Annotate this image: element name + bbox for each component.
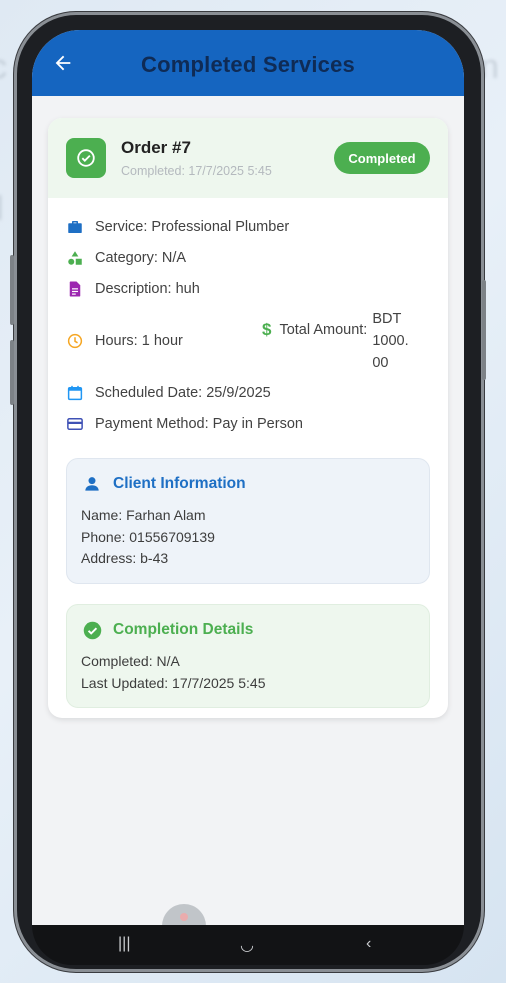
total-amount-line: BDT <box>372 311 402 327</box>
status-badge: Completed <box>334 142 430 174</box>
payment-row: Payment Method: Pay in Person <box>66 415 303 433</box>
briefcase-icon <box>66 218 84 236</box>
category-row: Category: N/A <box>66 249 186 267</box>
hours-text: Hours: 1 hour <box>95 333 183 349</box>
hours-row: Hours: 1 hour <box>66 332 183 350</box>
client-information-section: Client Information Name: Farhan Alam Pho… <box>66 458 430 584</box>
clock-icon <box>66 332 84 350</box>
completion-details-section: Completion Details Completed: N/A Last U… <box>66 604 430 708</box>
app-screen: Completed Services Order #7 Completed: 1… <box>32 30 464 925</box>
document-icon <box>66 280 84 298</box>
scheduled-row: Scheduled Date: 25/9/2025 <box>66 384 271 402</box>
total-amount-label: Total Amount: <box>279 322 368 338</box>
description-row: Description: huh <box>66 280 200 298</box>
completion-heading: Completion Details <box>113 621 254 638</box>
back-button[interactable] <box>50 50 76 76</box>
total-amount: $ Total Amount: BDT 1000. 00 <box>262 308 416 374</box>
power-button <box>482 280 486 380</box>
person-icon <box>81 473 103 495</box>
order-completed-date: Completed: 17/7/2025 5:45 <box>121 164 272 178</box>
order-card-header: Order #7 Completed: 17/7/2025 5:45 Compl… <box>48 118 448 198</box>
side-button <box>10 340 14 405</box>
dollar-icon: $ <box>262 320 272 339</box>
payment-text: Payment Method: Pay in Person <box>95 416 303 432</box>
last-updated: Last Updated: 17/7/2025 5:45 <box>81 674 266 691</box>
background-blur-text: l <box>0 190 4 229</box>
category-text: Category: N/A <box>95 250 187 266</box>
order-title: Order #7 <box>121 138 191 157</box>
completion-status: Completed: N/A <box>81 653 180 669</box>
system-navigation-bar: ||| ◡ ‹ <box>32 925 464 965</box>
home-icon[interactable]: ◡ <box>240 935 254 955</box>
check-circle-filled-icon <box>81 619 103 641</box>
recent-apps-icon[interactable]: ||| <box>118 935 130 953</box>
check-circle-icon <box>77 149 95 167</box>
service-row: Service: Professional Plumber <box>66 218 289 236</box>
client-heading: Client Information <box>113 475 246 492</box>
order-status-icon <box>66 138 106 178</box>
client-phone: Phone: 01556709139 <box>81 528 215 545</box>
back-nav-icon[interactable]: ‹ <box>366 935 371 953</box>
calendar-icon <box>66 384 84 402</box>
total-amount-line: 1000. <box>372 333 409 349</box>
total-amount-line: 00 <box>372 355 389 371</box>
client-address: Address: b-43 <box>81 550 169 566</box>
description-text: Description: huh <box>95 281 200 297</box>
client-name: Name: Farhan Alam <box>81 507 206 523</box>
arrow-left-icon <box>55 55 71 71</box>
order-card[interactable]: Order #7 Completed: 17/7/2025 5:45 Compl… <box>48 118 448 718</box>
credit-card-icon <box>66 415 84 433</box>
total-amount-value: BDT 1000. 00 <box>372 308 416 374</box>
background-blur-text: c <box>0 48 7 87</box>
page-title: Completed Services <box>141 52 355 77</box>
shapes-icon <box>66 249 84 267</box>
app-bar: Completed Services <box>32 30 464 96</box>
service-text: Service: Professional Plumber <box>95 219 290 235</box>
scheduled-text: Scheduled Date: 25/9/2025 <box>95 385 271 401</box>
side-button <box>10 255 14 325</box>
